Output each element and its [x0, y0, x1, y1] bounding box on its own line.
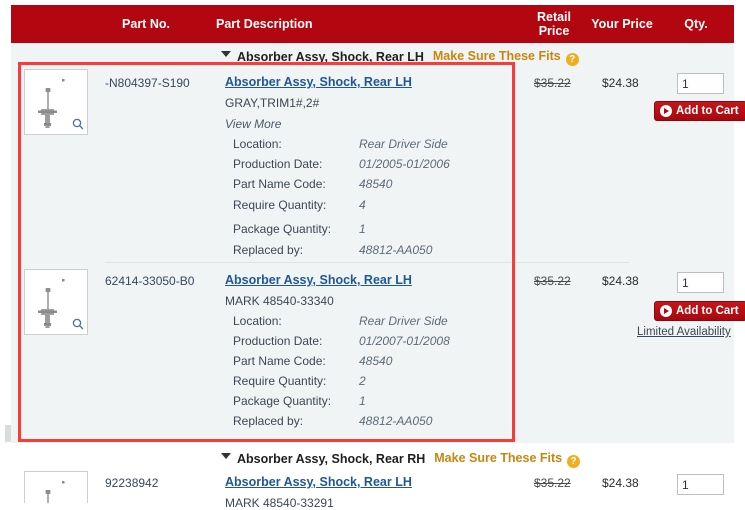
- spec-value: Rear Driver Side: [359, 314, 448, 328]
- parts-results-page: Part No. Part Description Retail Price Y…: [0, 0, 745, 510]
- quantity-input[interactable]: [677, 474, 724, 495]
- spec-label: Part Name Code:: [233, 177, 326, 191]
- spec-label: Location:: [233, 314, 282, 328]
- add-to-cart-label: Add to Cart: [676, 305, 739, 317]
- retail-price: $35.22: [534, 274, 571, 288]
- part-title-link[interactable]: Absorber Assy, Shock, Rear LH: [225, 475, 412, 489]
- fits-label-text: Make Sure These Fits: [432, 48, 561, 63]
- availability-link[interactable]: Limited Availability: [637, 326, 731, 338]
- spec-value: 48540: [359, 354, 393, 368]
- your-price: $24.38: [602, 76, 639, 90]
- part-number: 62414-33050-B0: [105, 274, 195, 288]
- part-subtitle: GRAY,TRIM1#,2#: [225, 96, 320, 110]
- table-header: Part No. Part Description Retail Price Y…: [11, 5, 734, 43]
- spec-label: Package Quantity:: [233, 394, 332, 408]
- group-header-rear-rh[interactable]: Absorber Assy, Shock, Rear RH Make Sure …: [11, 448, 734, 470]
- spec-value: 48812-AA050: [359, 414, 433, 428]
- add-to-cart-button[interactable]: Add to Cart: [654, 101, 745, 121]
- spec-value: 1: [359, 394, 366, 408]
- group-header-rear-lh[interactable]: Absorber Assy, Shock, Rear LH Make Sure …: [11, 46, 734, 68]
- spec-label: Production Date:: [233, 334, 323, 348]
- your-price: $24.38: [602, 274, 639, 288]
- column-header-description: Part Description: [216, 17, 313, 31]
- question-mark-icon[interactable]: ?: [567, 454, 581, 468]
- spec-value: 2: [359, 374, 366, 388]
- quantity-input[interactable]: [677, 272, 724, 293]
- spec-label: Require Quantity:: [233, 198, 327, 212]
- spec-label: Production Date:: [233, 157, 323, 171]
- shock-absorber-drawing-icon: [25, 472, 87, 503]
- spec-label: Location:: [233, 137, 282, 151]
- retail-price: $35.22: [534, 76, 571, 90]
- spec-value: 4: [359, 198, 366, 212]
- shock-absorber-drawing-icon: [25, 270, 87, 334]
- spec-value: Rear Driver Side: [359, 137, 448, 151]
- shock-absorber-drawing-icon: [25, 70, 87, 134]
- part-title-link[interactable]: Absorber Assy, Shock, Rear LH: [225, 75, 412, 89]
- fits-label-text: Make Sure These Fits: [434, 450, 563, 465]
- part-thumbnail[interactable]: [24, 471, 88, 503]
- spec-label: Replaced by:: [233, 243, 304, 257]
- row-divider: [105, 262, 629, 263]
- column-header-qty: Qty.: [684, 17, 708, 31]
- spec-value: 01/2005-01/2006: [359, 157, 450, 171]
- part-thumbnail[interactable]: [24, 269, 88, 335]
- spec-value: 48812-AA050: [359, 243, 433, 257]
- part-thumbnail[interactable]: [24, 69, 88, 135]
- left-gutter: [0, 5, 11, 443]
- view-more-link[interactable]: View More: [225, 117, 281, 131]
- group-title: Absorber Assy, Shock, Rear RH: [221, 452, 425, 466]
- spec-label: Require Quantity:: [233, 374, 327, 388]
- part-number: -N804397-S190: [105, 76, 190, 90]
- caret-down-icon[interactable]: [221, 453, 231, 459]
- arrow-right-icon: [660, 105, 672, 117]
- spec-label: Replaced by:: [233, 414, 304, 428]
- spec-value: 48540: [359, 177, 393, 191]
- column-header-your-price: Your Price: [591, 17, 653, 31]
- make-sure-these-fits-link[interactable]: Make Sure These Fits?: [434, 450, 581, 468]
- spec-label: Package Quantity:: [233, 222, 332, 236]
- column-header-retail-price: Retail Price: [536, 10, 572, 38]
- retail-price: $35.22: [534, 476, 571, 490]
- arrow-right-icon: [660, 305, 672, 317]
- spec-value: 1: [359, 222, 366, 236]
- quantity-input[interactable]: [677, 73, 724, 94]
- group-title-text: Absorber Assy, Shock, Rear RH: [237, 452, 426, 466]
- caret-down-icon[interactable]: [221, 51, 231, 57]
- results-panel: [11, 5, 734, 443]
- part-title-link[interactable]: Absorber Assy, Shock, Rear LH: [225, 273, 412, 287]
- your-price: $24.38: [602, 476, 639, 490]
- add-to-cart-button[interactable]: Add to Cart: [654, 301, 745, 321]
- group-title-text: Absorber Assy, Shock, Rear LH: [237, 50, 424, 64]
- spec-label: Part Name Code:: [233, 354, 326, 368]
- spec-value: 01/2007-01/2008: [359, 334, 450, 348]
- group-title: Absorber Assy, Shock, Rear LH: [221, 50, 424, 64]
- make-sure-these-fits-link[interactable]: Make Sure These Fits?: [433, 49, 579, 66]
- add-to-cart-label: Add to Cart: [676, 105, 739, 117]
- column-header-part-no: Part No.: [122, 17, 170, 31]
- part-subtitle: MARK 48540-33291: [225, 496, 334, 510]
- part-number: 92238942: [105, 476, 159, 490]
- part-subtitle: MARK 48540-33340: [225, 294, 334, 308]
- question-mark-icon[interactable]: ?: [565, 52, 579, 66]
